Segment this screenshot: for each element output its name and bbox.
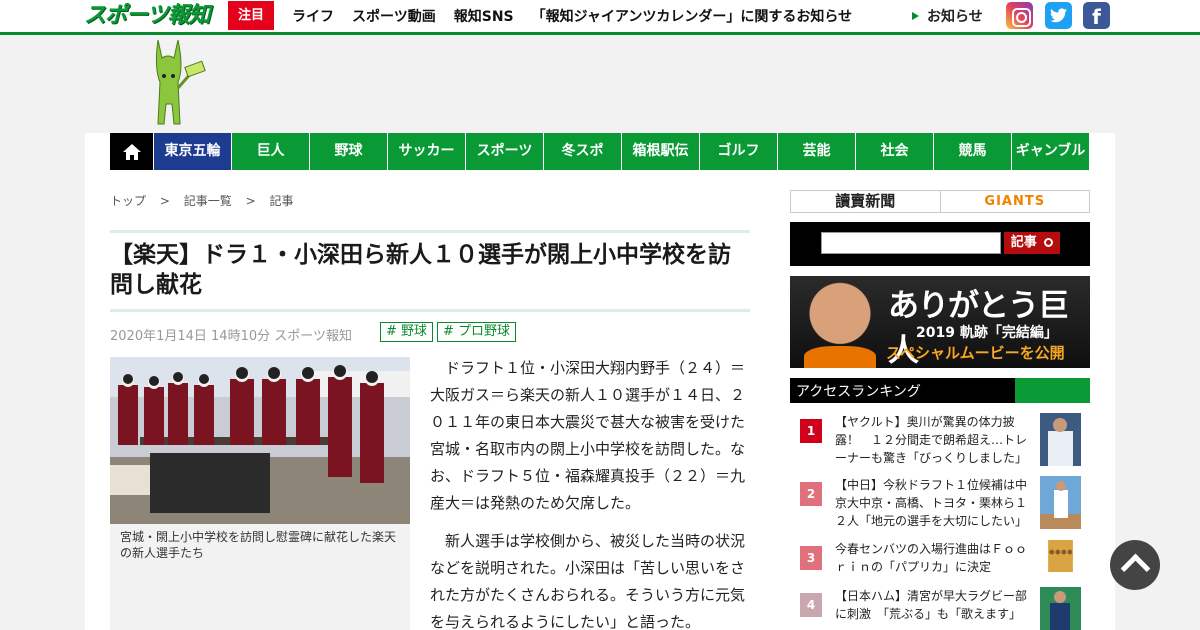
photo-caption: 宮城・閖上小中学校を訪問し慰霊碑に献花した楽天の新人選手たち (110, 524, 410, 630)
yomiuri-link[interactable]: 讀賣新聞 (791, 191, 940, 212)
ranking-text: 【ヤクルト】奥川が驚異の体力披露！ １２分間走で朗希超え…トレーナーも驚き「びっ… (835, 415, 1028, 465)
ranking-text: 今春センバツの入場行進曲はＦｏｏｒｉｎの「パプリカ」に決定 (835, 542, 1028, 574)
facebook-icon[interactable]: f (1083, 2, 1110, 29)
home-button[interactable] (110, 133, 154, 170)
breadcrumb-separator: > (159, 194, 170, 208)
mascot-character-icon (155, 39, 206, 125)
breadcrumb: トップ > 記事一覧 > 記事 (110, 192, 303, 209)
notice-link[interactable]: お知らせ (912, 0, 983, 32)
search-button[interactable]: 記事 (1004, 232, 1060, 254)
ranking-item[interactable]: 2 【中日】今秋ドラフト１位候補は中京大中京・高橋、トヨタ・栗林ら１２人「地元の… (790, 476, 1090, 536)
tag-baseball[interactable]: # 野球 (380, 322, 434, 342)
category-society[interactable]: 社会 (856, 133, 934, 170)
search-box: 記事 (790, 222, 1090, 266)
article-meta: 2020年1月14日 14時10分 スポーツ報知 (110, 329, 352, 344)
home-icon (123, 144, 141, 160)
category-horse-racing[interactable]: 競馬 (934, 133, 1012, 170)
category-giants[interactable]: 巨人 (232, 133, 310, 170)
tag-pro-baseball[interactable]: # プロ野球 (437, 322, 517, 342)
ranking-text: 【中日】今秋ドラフト１位候補は中京大中京・高橋、トヨタ・栗林ら１２人「地元の選手… (835, 478, 1028, 528)
search-input[interactable] (821, 232, 1001, 254)
ranking-thumbnail (1040, 413, 1081, 466)
ranking-number: 2 (800, 482, 822, 506)
ranking-text: 【日本ハム】清宮が早大ラグビー部に刺激 「荒ぶる」も「歌えます」 (835, 589, 1028, 621)
nav-link-sports-video[interactable]: スポーツ動画 (352, 6, 436, 26)
ranking-header-accent (1015, 378, 1090, 403)
article-photo[interactable] (110, 357, 410, 524)
category-gambling[interactable]: ギャンブル (1012, 133, 1090, 170)
article-paragraph: 新人選手は学校側から、被災した当時の状況などを説明された。小深田は「苦しい思いを… (430, 532, 746, 630)
breadcrumb-current: 記事 (269, 194, 294, 208)
search-icon (1044, 238, 1054, 247)
breadcrumb-article-list[interactable]: 記事一覧 (184, 194, 232, 208)
nav-link-calendar-notice[interactable]: 「報知ジャイアンツカレンダー」に関するお知らせ (532, 6, 852, 26)
site-logo[interactable]: スポーツ報知 (84, 2, 211, 30)
notice-label: お知らせ (927, 9, 983, 25)
banner-cta: スペシャルムービーを公開 (886, 344, 1065, 362)
category-hakone-ekiden[interactable]: 箱根駅伝 (622, 133, 700, 170)
ranking-number: 4 (800, 593, 822, 617)
ranking-thumbnail (1040, 476, 1081, 529)
category-nav: 東京五輪 巨人 野球 サッカー スポーツ 冬スポ 箱根駅伝 ゴルフ 芸能 社会 … (110, 133, 1090, 170)
ranking-number: 1 (800, 419, 822, 443)
breadcrumb-separator: > (245, 194, 256, 208)
ranking-item[interactable]: 4 【日本ハム】清宮が早大ラグビー部に刺激 「荒ぶる」も「歌えます」 (790, 587, 1090, 630)
back-to-top-button[interactable] (1110, 540, 1160, 590)
article-body: ドラフト１位・小深田大翔内野手（２４）＝大阪ガス＝ら楽天の新人１０選手が１４日、… (430, 355, 746, 630)
nav-link-hochi-sns[interactable]: 報知SNS (454, 6, 514, 26)
ranking-header: アクセスランキング (790, 378, 1090, 403)
logo-text: スポーツ報知 (84, 3, 211, 28)
headline-bottom-rule (110, 309, 750, 312)
partner-links: 讀賣新聞 GIANTS (790, 190, 1090, 213)
category-soccer[interactable]: サッカー (388, 133, 466, 170)
category-baseball[interactable]: 野球 (310, 133, 388, 170)
category-sports[interactable]: スポーツ (466, 133, 544, 170)
top-nav: ライフ スポーツ動画 報知SNS 「報知ジャイアンツカレンダー」に関するお知らせ (292, 0, 870, 32)
banner-subtitle: 2019 軌跡「完結編」 (916, 325, 1058, 341)
triangle-icon (912, 12, 919, 20)
search-button-label: 記事 (1010, 235, 1037, 250)
ranking-number: 3 (800, 546, 822, 570)
article-headline: 【楽天】ドラ１・小深田ら新人１０選手が閖上小中学校を訪問し献花 (110, 242, 731, 298)
ranking-thumbnail (1040, 587, 1081, 630)
category-tokyo-olympics[interactable]: 東京五輪 (154, 133, 232, 170)
giants-movie-banner[interactable]: ありがとう巨人 2019 軌跡「完結編」 スペシャルムービーを公開 (790, 276, 1090, 368)
article-paragraph: ドラフト１位・小深田大翔内野手（２４）＝大阪ガス＝ら楽天の新人１０選手が１４日、… (430, 359, 746, 512)
nav-link-life[interactable]: ライフ (292, 6, 334, 26)
ranking-title: アクセスランキング (796, 384, 921, 400)
twitter-icon[interactable] (1045, 2, 1072, 29)
giants-link[interactable]: GIANTS (939, 191, 1090, 212)
player-uniform (804, 346, 876, 368)
ranking-thumbnail (1048, 540, 1073, 572)
ranking-item[interactable]: 1 【ヤクルト】奥川が驚異の体力披露！ １２分間走で朗希超え…トレーナーも驚き「… (790, 413, 1090, 473)
headline-top-rule (110, 230, 750, 233)
category-entertainment[interactable]: 芸能 (778, 133, 856, 170)
top-header: スポーツ報知 注目 ライフ スポーツ動画 報知SNS 「報知ジャイアンツカレンダ… (0, 0, 1200, 35)
category-golf[interactable]: ゴルフ (700, 133, 778, 170)
instagram-icon[interactable] (1006, 2, 1033, 29)
breadcrumb-top[interactable]: トップ (110, 194, 146, 208)
featured-badge: 注目 (228, 1, 274, 30)
category-winter-sports[interactable]: 冬スポ (544, 133, 622, 170)
